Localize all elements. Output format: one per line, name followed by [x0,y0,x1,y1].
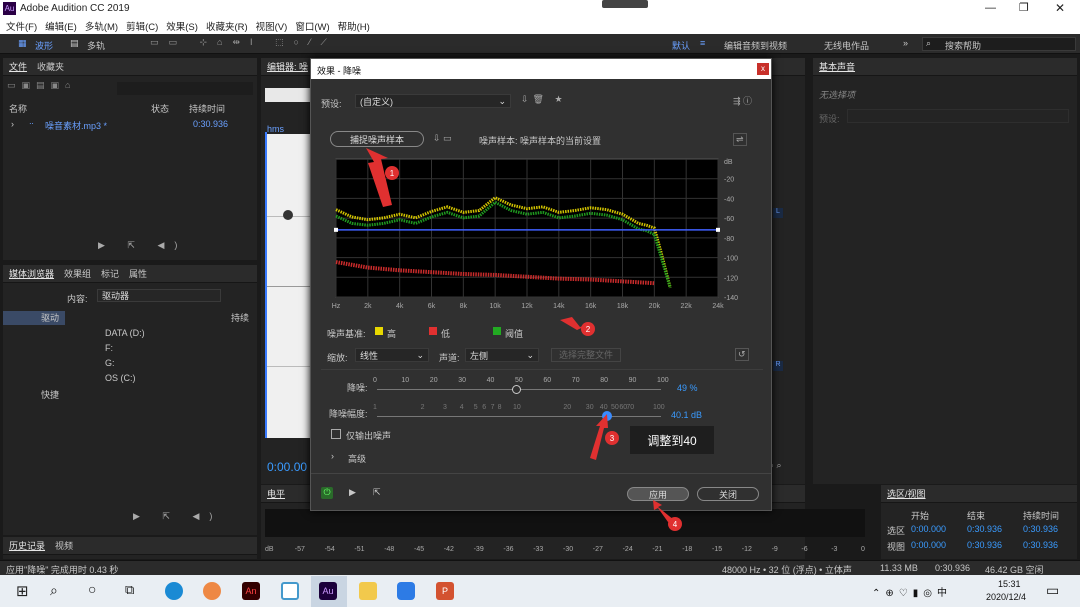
audition-icon: Au [319,582,337,600]
clock-time[interactable]: 15:31 [998,579,1021,589]
audition-task-active[interactable]: Au [311,576,347,607]
marker-4: 4 [668,517,682,531]
cortana-icon[interactable]: ○ [88,581,96,597]
phone-icon[interactable] [397,582,415,600]
task-view-icon[interactable]: ⧉ [125,582,134,598]
taskbar: ⊞ ⌕ ○ ⧉ An Au P ⌃⊕♡▮◎中 15:31 2020/12/4 ▭ [0,575,1080,607]
edge-icon[interactable] [165,582,183,600]
folder-icon[interactable] [359,582,377,600]
windows-start-icon[interactable]: ⊞ [16,582,29,600]
annotation-layer [366,148,674,522]
annotation-callout: 调整到40 [630,426,714,454]
chrome-icon[interactable] [203,582,221,600]
app-icon[interactable] [281,582,299,600]
tray-icons[interactable]: ⌃⊕♡▮◎中 [872,584,952,599]
powerpoint-icon[interactable]: P [436,582,454,600]
notification-icon[interactable]: ▭ [1046,582,1059,599]
marker-2: 2 [581,322,595,336]
animate-icon[interactable]: An [242,582,260,600]
clock-date[interactable]: 2020/12/4 [986,592,1026,602]
marker-3: 3 [605,431,619,445]
search-icon[interactable]: ⌕ [50,582,58,599]
marker-1: 1 [385,166,399,180]
